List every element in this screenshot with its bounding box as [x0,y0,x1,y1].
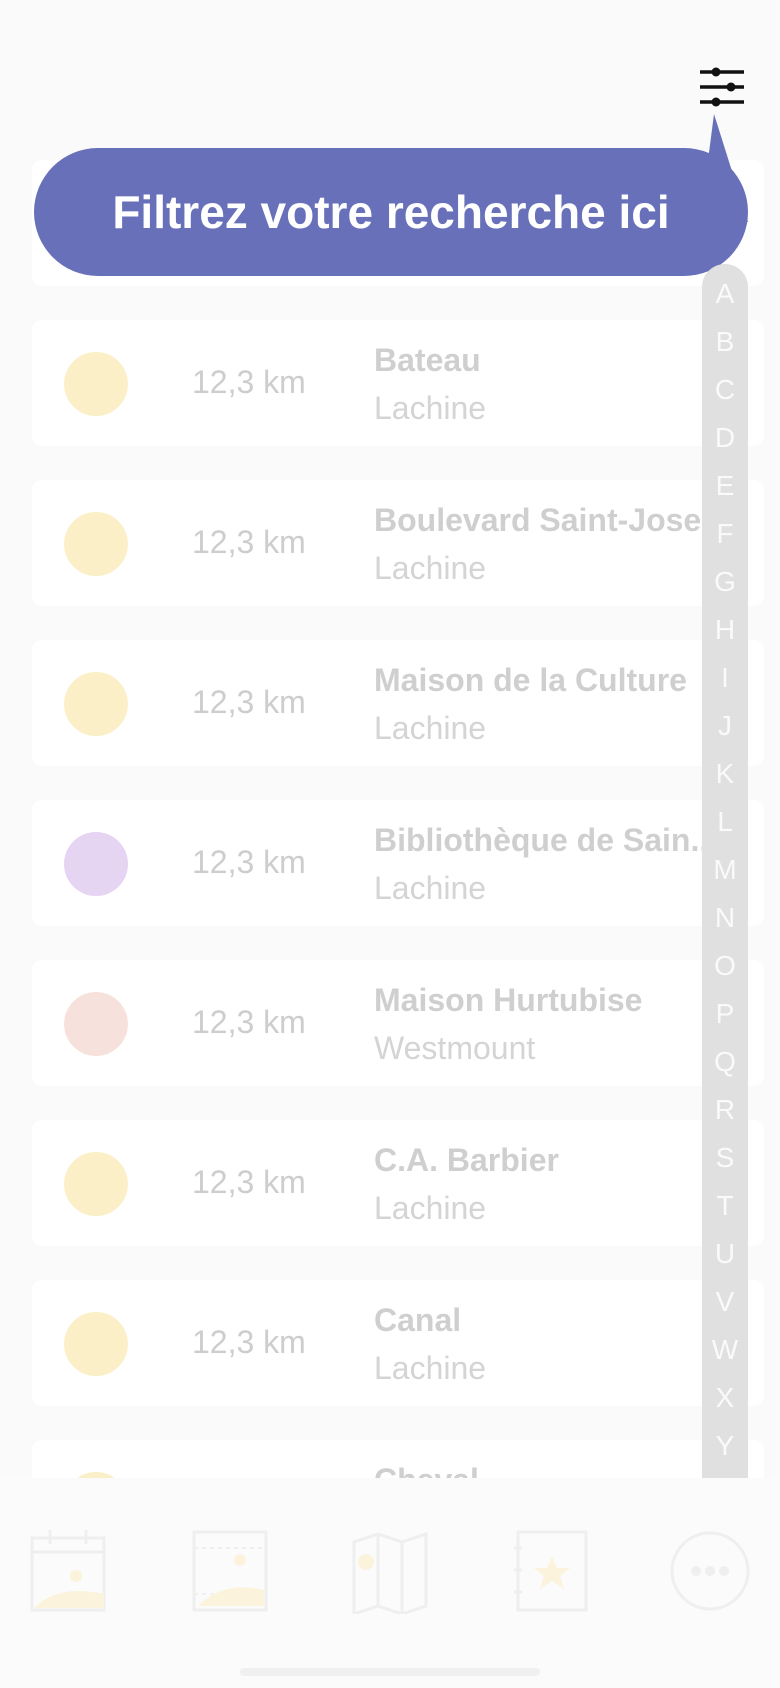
distance-label: 12,3 km [192,1324,306,1360]
distance-label: 12,3 km [192,1004,306,1040]
index-letter[interactable]: N [702,902,748,934]
list-item[interactable]: 12,3 km Maison Hurtubise Westmount [32,960,764,1086]
list-item[interactable]: 12,3 km C.A. Barbier Lachine [32,1120,764,1246]
list-item[interactable]: 12,3 km Maison de la Culture Lachine [32,640,764,766]
index-letter[interactable]: R [702,1094,748,1126]
list-item[interactable]: Cheval [32,1440,764,1478]
distance-label: 12,3 km [192,364,306,400]
bottom-tab-bar [0,1478,780,1688]
index-letter[interactable]: B [702,326,748,358]
map-icon [352,1531,428,1617]
place-area: Lachine [374,870,487,906]
place-area: Lachine [374,1350,487,1386]
category-dot [64,352,128,416]
index-letter[interactable]: V [702,1286,748,1318]
place-area: Lachine [374,390,487,426]
index-letter[interactable]: F [702,518,748,550]
distance-label: 12,3 km [192,524,306,560]
index-letter[interactable]: L [702,806,748,838]
category-dot [64,512,128,576]
index-letter[interactable]: J [702,710,748,742]
index-letter[interactable]: X [702,1382,748,1414]
index-letter[interactable]: E [702,470,748,502]
place-name: Boulevard Saint-Josep [374,502,721,538]
index-letter[interactable]: M [702,854,748,886]
category-dot [64,1312,128,1376]
place-area: Lachine [374,710,487,746]
list-item[interactable]: 12,3 km Canal Lachine [32,1280,764,1406]
onboarding-tooltip[interactable]: Filtrez votre recherche ici [34,148,748,276]
place-name: Bibliothèque de Sain.. [374,822,709,858]
distance-label: 12,3 km [192,684,306,720]
index-letter[interactable]: P [702,998,748,1030]
index-letter[interactable]: K [702,758,748,790]
distance-label: 12,3 km [192,1164,306,1200]
place-area: Lachine [374,1190,487,1226]
list-item[interactable]: 12,3 km Bibliothèque de Sain.. Lachine [32,800,764,926]
favorites-notebook-icon [514,1530,588,1612]
category-dot [64,832,128,896]
index-letter[interactable]: O [702,950,748,982]
tooltip-text: Filtrez votre recherche ici [112,186,670,238]
index-letter[interactable]: G [702,566,748,598]
category-dot [64,992,128,1056]
gallery-icon [192,1530,268,1612]
category-dot [64,672,128,736]
place-name: Maison Hurtubise [374,982,643,1018]
place-name: Canal [374,1302,462,1338]
tab-calendar[interactable] [28,1528,108,1614]
index-letter[interactable]: Y [702,1430,748,1462]
index-letter[interactable]: T [702,1190,748,1222]
category-dot [64,1152,128,1216]
place-name: C.A. Barbier [374,1142,559,1178]
tab-more[interactable] [670,1528,750,1614]
alphabet-index[interactable]: A B C D E F G H I J K L M N O P Q R S T … [702,264,748,1528]
index-letter[interactable]: A [702,278,748,310]
index-letter[interactable]: W [702,1334,748,1366]
place-name: Maison de la Culture [374,662,687,698]
home-indicator [240,1668,540,1676]
index-letter[interactable]: I [702,662,748,694]
list-item[interactable]: 12,3 km Boulevard Saint-Josep Lachine [32,480,764,606]
calendar-icon [30,1530,106,1612]
index-letter[interactable]: H [702,614,748,646]
place-name: Cheval [374,1462,479,1478]
tab-favorites[interactable] [512,1528,592,1614]
tab-map[interactable] [350,1528,430,1617]
place-area: Westmount [374,1030,536,1066]
distance-label: 12,3 km [192,844,306,880]
tab-gallery[interactable] [190,1528,270,1614]
place-name: Bateau [374,342,481,378]
filter-button[interactable] [694,60,750,116]
sliders-icon [700,67,744,107]
index-letter[interactable]: S [702,1142,748,1174]
index-letter[interactable]: U [702,1238,748,1270]
list-item[interactable]: 12,3 km Bateau Lachine [32,320,764,446]
index-letter[interactable]: Q [702,1046,748,1078]
place-area: Lachine [374,550,487,586]
index-letter[interactable]: C [702,374,748,406]
index-letter[interactable]: D [702,422,748,454]
more-icon [670,1531,750,1611]
